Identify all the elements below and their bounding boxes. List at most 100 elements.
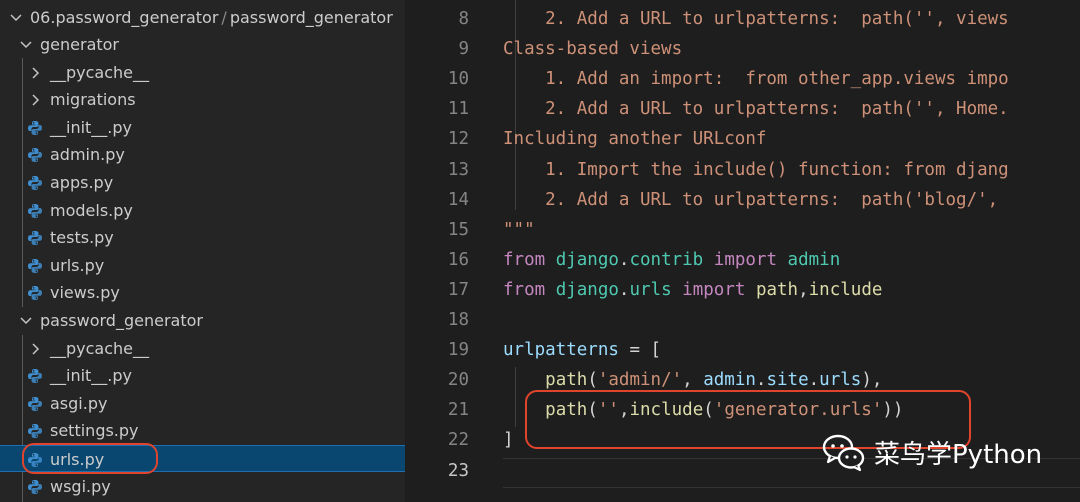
- python-file-icon: [28, 479, 42, 494]
- tree-folder-pycache[interactable]: __pycache__: [0, 59, 405, 86]
- explorer-root-folder[interactable]: 06.password_generator / password_generator: [0, 4, 405, 31]
- python-file-icon: [28, 396, 42, 411]
- code-token: ),: [861, 370, 883, 391]
- code-token: admin: [787, 249, 841, 270]
- file-explorer: 06.password_generator / password_generator…: [0, 0, 405, 502]
- tree-item-label: __pycache__: [50, 338, 150, 358]
- code-text: 2. Add a URL to urlpatterns: path('blog/…: [503, 185, 1009, 215]
- tree-file-settings-py[interactable]: settings.py: [0, 417, 405, 444]
- code-token: from: [503, 249, 546, 270]
- code-text: 1. Import the include() function: from d…: [503, 155, 1009, 185]
- python-file-icon: [28, 286, 42, 301]
- chevron-down-icon: [20, 41, 32, 49]
- code-token: urls: [819, 370, 862, 391]
- python-file-icon: [28, 203, 42, 218]
- python-file-icon: [28, 120, 42, 135]
- tree-item-label: tests.py: [50, 228, 114, 248]
- line-number: 14: [447, 189, 469, 210]
- tree-item-label: models.py: [50, 200, 133, 220]
- line-number: 8: [458, 9, 469, 29]
- tree-file-asgi-py[interactable]: asgi.py: [0, 390, 405, 417]
- watermark: 菜鸟学Python: [822, 430, 1042, 474]
- line-number: 23: [447, 460, 469, 481]
- tree-file-urls-py[interactable]: urls.py: [0, 252, 405, 279]
- python-file-icon: [28, 148, 42, 163]
- tree-folder-generator[interactable]: generator: [0, 31, 405, 58]
- line-number: 20: [447, 370, 469, 391]
- code-token: .: [618, 279, 630, 300]
- code-token: path: [755, 279, 799, 300]
- chevron-down-icon: [10, 14, 22, 22]
- code-text: from django.urls import path,include: [503, 275, 882, 305]
- tree-item-label: password_generator: [40, 311, 203, 330]
- code-token: admin: [703, 370, 756, 391]
- code-text: ]: [503, 425, 514, 455]
- code-token: 1. Import the include() function: from d…: [503, 159, 1009, 180]
- code-token: include: [808, 279, 883, 300]
- code-text: 1. Add an import: from other_app.views i…: [503, 64, 1009, 94]
- line-number: 15: [447, 219, 469, 240]
- python-file-icon: [28, 176, 42, 190]
- code-text: """: [503, 215, 535, 245]
- code-text: Including another URLconf: [503, 124, 766, 154]
- code-text: urlpatterns = [: [503, 335, 661, 365]
- tree-folder-pycache[interactable]: __pycache__: [0, 335, 405, 362]
- tree-item-label: __pycache__: [50, 62, 150, 82]
- tree-item-label: __init__.py: [50, 366, 133, 386]
- chevron-right-icon: [32, 94, 40, 106]
- chevron-down-icon: [20, 317, 32, 325]
- code-token: django: [555, 249, 619, 270]
- code-token: .: [755, 370, 767, 391]
- tree-file-apps-py[interactable]: apps.py: [0, 169, 405, 196]
- code-token: import: [713, 249, 777, 270]
- line-number: 16: [447, 249, 469, 270]
- tree-item-label: __init__.py: [50, 117, 133, 137]
- code-text: 2. Add a URL to urlpatterns: path('', vi…: [503, 4, 1009, 34]
- code-token: urls: [629, 279, 672, 300]
- tree-file-models-py[interactable]: models.py: [0, 197, 405, 224]
- tree-item-label: urls.py: [50, 255, 105, 275]
- code-token: .: [808, 370, 820, 391]
- tree-item-label: wsgi.py: [50, 476, 111, 496]
- chevron-right-icon: [32, 343, 40, 355]
- python-file-icon: [28, 258, 42, 273]
- tree-folder-migrations[interactable]: migrations: [0, 86, 405, 113]
- tree-file-init-py[interactable]: __init__.py: [0, 362, 405, 389]
- line-number: 19: [447, 340, 469, 361]
- tree-item-label: admin.py: [50, 145, 125, 165]
- tree-item-label: asgi.py: [50, 393, 108, 413]
- tree-file-wsgi-py[interactable]: wsgi.py: [0, 473, 405, 500]
- line-number: 12: [447, 129, 469, 150]
- tree-file-tests-py[interactable]: tests.py: [0, 224, 405, 251]
- code-token: 2. Add a URL to urlpatterns: path('', vi…: [503, 9, 1009, 29]
- code-token: site: [766, 370, 809, 391]
- code-token: = [: [618, 340, 662, 361]
- tree-file-admin-py[interactable]: admin.py: [0, 141, 405, 168]
- line-number: 18: [447, 310, 469, 330]
- code-token: 1. Add an import: from other_app.views i…: [503, 69, 1009, 90]
- code-token: path: [545, 370, 588, 391]
- code-text: 2. Add a URL to urlpatterns: path('', Ho…: [503, 94, 1009, 124]
- code-token: contrib: [629, 249, 704, 270]
- code-token: ,: [682, 370, 704, 391]
- python-file-icon: [28, 424, 42, 439]
- line-number: 13: [447, 159, 469, 180]
- code-token: urlpatterns: [503, 340, 619, 361]
- code-token: import: [682, 279, 746, 300]
- wechat-icon: [822, 434, 865, 472]
- tree-file-init-py[interactable]: __init__.py: [0, 114, 405, 141]
- line-number: 9: [458, 39, 469, 60]
- tree-item-label: apps.py: [50, 173, 114, 192]
- tree-item-label: views.py: [50, 283, 120, 303]
- line-number: 10: [447, 69, 469, 90]
- tree-folder-password-generator[interactable]: password_generator: [0, 307, 405, 334]
- code-token: Class-based views: [503, 39, 683, 60]
- tree-file-views-py[interactable]: views.py: [0, 279, 405, 306]
- code-token: 'admin/': [597, 370, 683, 391]
